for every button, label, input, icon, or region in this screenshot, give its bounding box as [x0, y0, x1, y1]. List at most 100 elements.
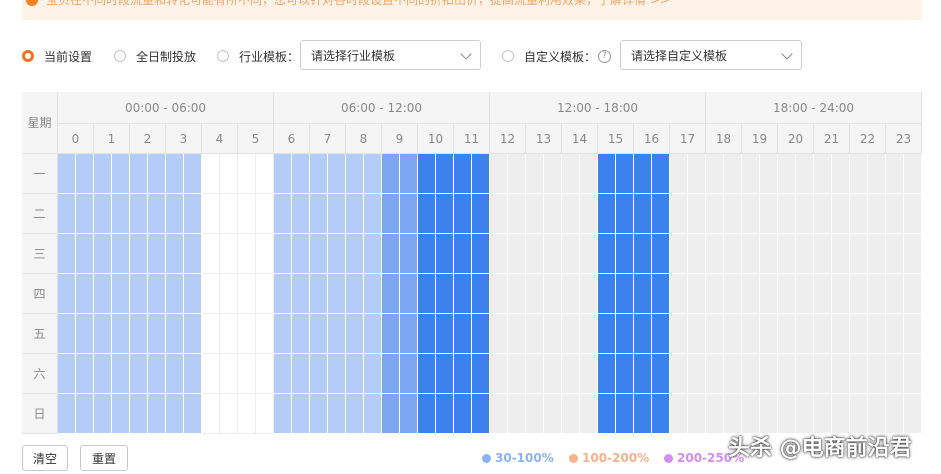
time-slot-cell[interactable] — [238, 274, 256, 314]
time-slot-cell[interactable] — [778, 194, 796, 234]
time-slot-cell[interactable] — [256, 274, 274, 314]
time-slot-cell[interactable] — [562, 274, 580, 314]
time-slot-cell[interactable] — [94, 314, 112, 354]
time-slot-cell[interactable] — [274, 154, 292, 194]
time-slot-cell[interactable] — [760, 234, 778, 274]
time-slot-cell[interactable] — [310, 274, 328, 314]
time-slot-cell[interactable] — [526, 234, 544, 274]
time-slot-cell[interactable] — [310, 314, 328, 354]
time-slot-cell[interactable] — [220, 274, 238, 314]
time-slot-cell[interactable] — [688, 274, 706, 314]
time-slot-cell[interactable] — [382, 354, 400, 394]
time-slot-cell[interactable] — [274, 354, 292, 394]
time-slot-cell[interactable] — [904, 354, 922, 394]
time-slot-cell[interactable] — [76, 394, 94, 434]
time-slot-cell[interactable] — [796, 354, 814, 394]
time-slot-cell[interactable] — [220, 394, 238, 434]
time-slot-cell[interactable] — [742, 274, 760, 314]
time-slot-cell[interactable] — [904, 394, 922, 434]
time-slot-cell[interactable] — [184, 314, 202, 354]
time-slot-cell[interactable] — [364, 354, 382, 394]
time-slot-cell[interactable] — [904, 314, 922, 354]
time-slot-cell[interactable] — [436, 234, 454, 274]
time-slot-cell[interactable] — [688, 314, 706, 354]
time-slot-cell[interactable] — [814, 274, 832, 314]
time-slot-cell[interactable] — [544, 194, 562, 234]
time-slot-cell[interactable] — [670, 194, 688, 234]
time-slot-cell[interactable] — [76, 314, 94, 354]
time-slot-cell[interactable] — [472, 354, 490, 394]
radio-current[interactable] — [22, 50, 34, 62]
time-slot-cell[interactable] — [634, 154, 652, 194]
time-slot-cell[interactable] — [166, 394, 184, 434]
time-slot-cell[interactable] — [454, 194, 472, 234]
time-slot-cell[interactable] — [724, 194, 742, 234]
time-schedule-grid[interactable]: 星期 00:00 - 06:00 06:00 - 12:00 12:00 - 18:0… — [22, 92, 922, 434]
time-slot-cell[interactable] — [652, 394, 670, 434]
time-slot-cell[interactable] — [886, 354, 904, 394]
time-slot-cell[interactable] — [562, 234, 580, 274]
time-slot-cell[interactable] — [436, 354, 454, 394]
time-slot-cell[interactable] — [400, 154, 418, 194]
time-slot-cell[interactable] — [904, 194, 922, 234]
time-slot-cell[interactable] — [544, 314, 562, 354]
time-slot-cell[interactable] — [346, 154, 364, 194]
time-slot-cell[interactable] — [868, 154, 886, 194]
time-slot-cell[interactable] — [760, 154, 778, 194]
time-slot-cell[interactable] — [418, 274, 436, 314]
time-slot-cell[interactable] — [382, 394, 400, 434]
time-slot-cell[interactable] — [814, 394, 832, 434]
time-slot-cell[interactable] — [580, 154, 598, 194]
time-slot-cell[interactable] — [634, 354, 652, 394]
time-slot-cell[interactable] — [130, 194, 148, 234]
time-slot-cell[interactable] — [202, 194, 220, 234]
time-slot-cell[interactable] — [598, 234, 616, 274]
time-slot-cell[interactable] — [436, 394, 454, 434]
time-slot-cell[interactable] — [400, 234, 418, 274]
time-slot-cell[interactable] — [580, 354, 598, 394]
time-slot-cell[interactable] — [544, 354, 562, 394]
time-slot-cell[interactable] — [868, 194, 886, 234]
time-slot-cell[interactable] — [148, 194, 166, 234]
time-slot-cell[interactable] — [598, 394, 616, 434]
time-slot-cell[interactable] — [292, 194, 310, 234]
time-slot-cell[interactable] — [58, 194, 76, 234]
time-slot-cell[interactable] — [220, 314, 238, 354]
time-slot-cell[interactable] — [490, 354, 508, 394]
time-slot-cell[interactable] — [148, 154, 166, 194]
time-slot-cell[interactable] — [310, 234, 328, 274]
time-slot-cell[interactable] — [562, 394, 580, 434]
time-slot-cell[interactable] — [76, 234, 94, 274]
time-slot-cell[interactable] — [742, 314, 760, 354]
time-slot-cell[interactable] — [328, 194, 346, 234]
time-slot-cell[interactable] — [598, 154, 616, 194]
time-slot-cell[interactable] — [814, 354, 832, 394]
time-slot-cell[interactable] — [688, 154, 706, 194]
time-slot-cell[interactable] — [706, 314, 724, 354]
time-slot-cell[interactable] — [202, 354, 220, 394]
time-slot-cell[interactable] — [76, 354, 94, 394]
time-slot-cell[interactable] — [832, 234, 850, 274]
time-slot-cell[interactable] — [58, 314, 76, 354]
time-slot-cell[interactable] — [742, 354, 760, 394]
time-slot-cell[interactable] — [130, 354, 148, 394]
time-slot-cell[interactable] — [382, 194, 400, 234]
time-slot-cell[interactable] — [598, 274, 616, 314]
time-slot-cell[interactable] — [886, 394, 904, 434]
time-slot-cell[interactable] — [850, 314, 868, 354]
time-slot-cell[interactable] — [148, 354, 166, 394]
time-slot-cell[interactable] — [364, 194, 382, 234]
time-slot-cell[interactable] — [184, 394, 202, 434]
time-slot-cell[interactable] — [94, 274, 112, 314]
time-slot-cell[interactable] — [166, 154, 184, 194]
time-slot-cell[interactable] — [706, 154, 724, 194]
time-slot-cell[interactable] — [346, 194, 364, 234]
time-slot-cell[interactable] — [256, 354, 274, 394]
time-slot-cell[interactable] — [742, 234, 760, 274]
time-slot-cell[interactable] — [832, 154, 850, 194]
time-slot-cell[interactable] — [796, 274, 814, 314]
time-slot-cell[interactable] — [454, 234, 472, 274]
time-slot-cell[interactable] — [184, 354, 202, 394]
time-slot-cell[interactable] — [508, 274, 526, 314]
time-slot-cell[interactable] — [616, 314, 634, 354]
